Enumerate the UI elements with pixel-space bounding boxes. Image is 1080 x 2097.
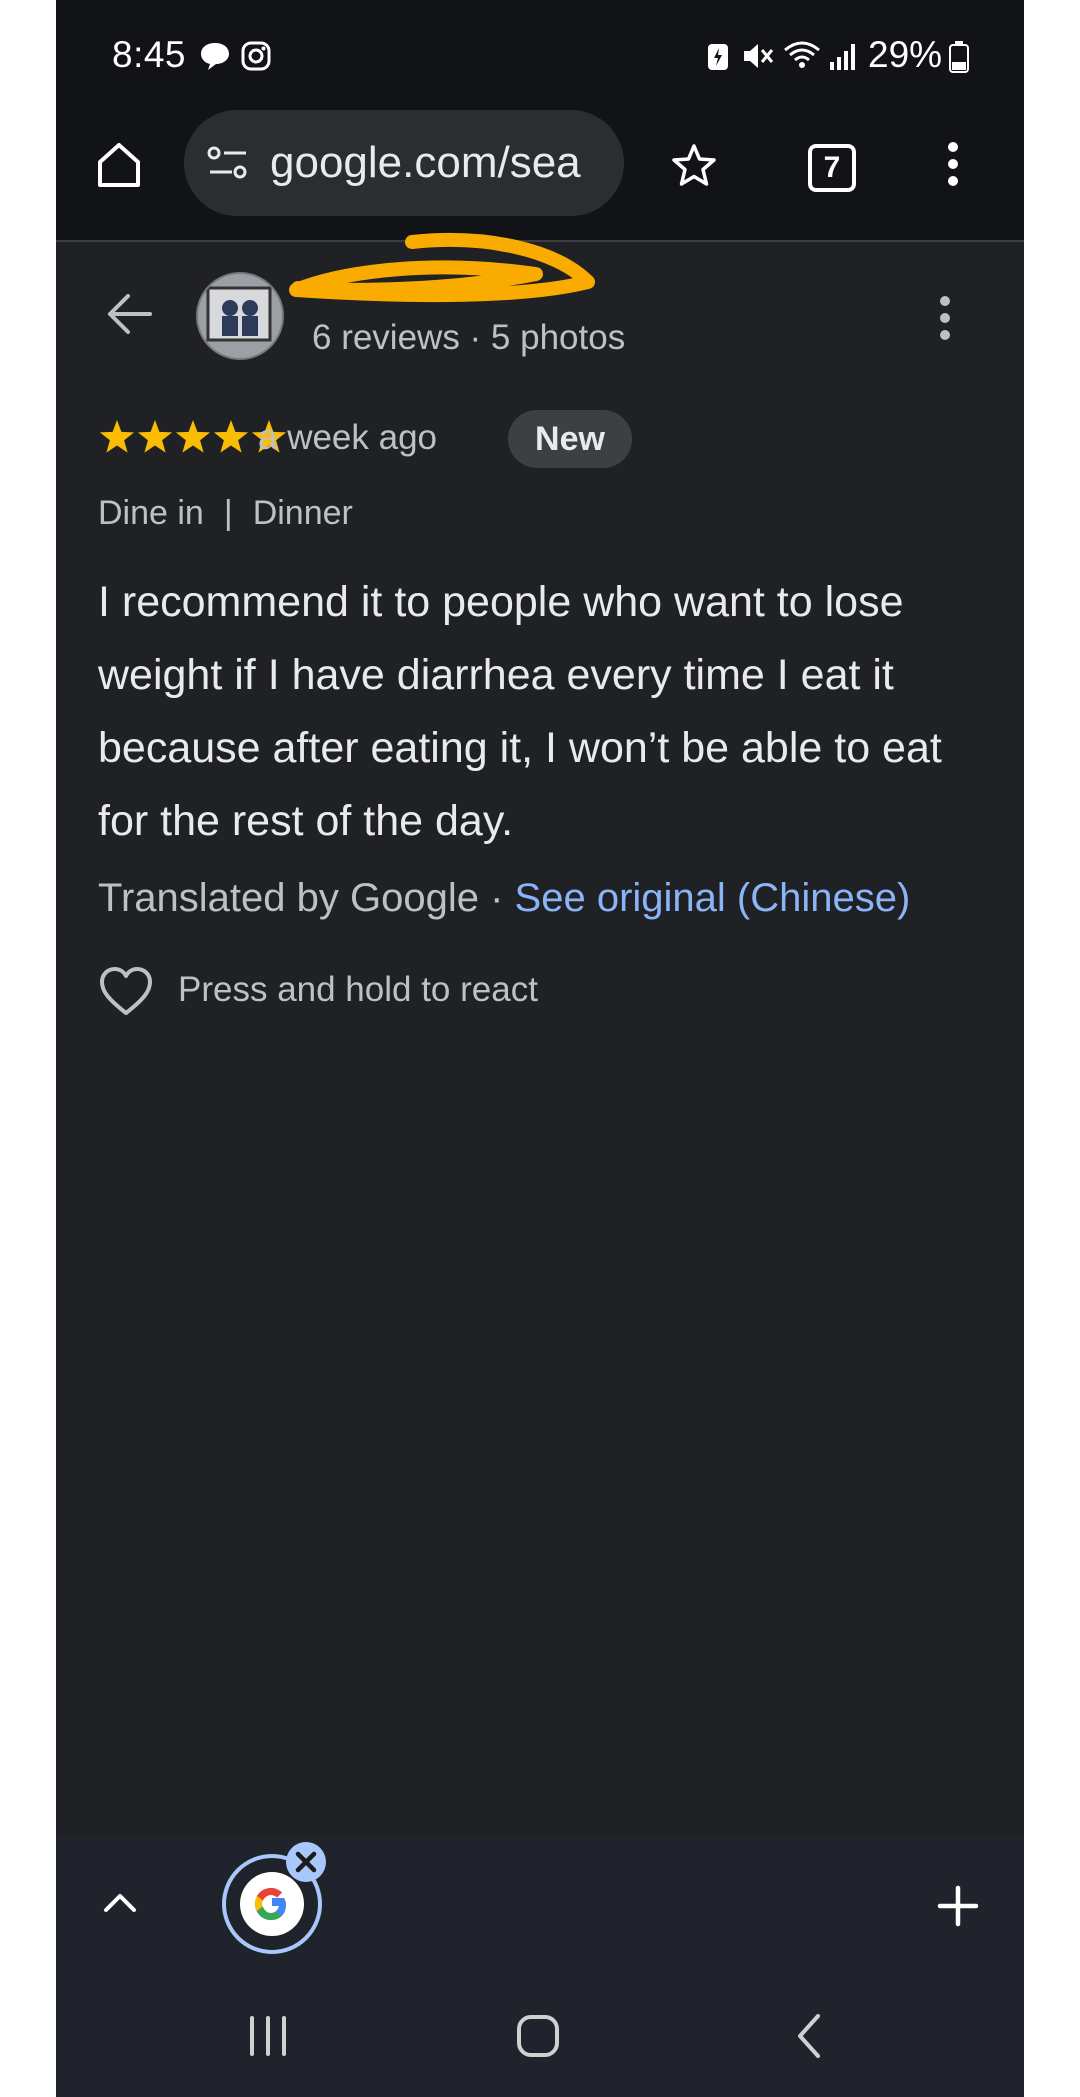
star-icon	[137, 420, 173, 453]
wifi-icon	[782, 40, 822, 77]
site-settings-icon[interactable]	[206, 144, 250, 187]
recent-apps-icon[interactable]	[246, 2014, 290, 2063]
tab-switcher-button[interactable]: 7	[808, 144, 856, 192]
chevron-up-icon[interactable]	[102, 1888, 138, 1919]
instagram-icon	[240, 40, 272, 77]
battery-icon	[948, 40, 970, 79]
star-icon	[175, 420, 211, 453]
translation-info: Translated by Google · See original (Chi…	[98, 876, 910, 921]
battery-percent: 29%	[868, 34, 943, 75]
review-options-icon[interactable]	[938, 294, 952, 347]
system-navigation-bar	[56, 1976, 1024, 2097]
tab-strip	[56, 1836, 1024, 1976]
status-time: 8:45	[112, 34, 187, 75]
star-icon	[99, 420, 135, 453]
close-tab-icon[interactable]	[286, 1842, 326, 1882]
messages-icon	[198, 40, 232, 77]
mute-icon	[740, 40, 774, 77]
review-time: a week ago	[258, 418, 438, 457]
browser-toolbar: google.com/sea 7	[56, 110, 1024, 242]
bookmark-star-icon[interactable]	[670, 142, 718, 195]
react-hint: Press and hold to react	[178, 970, 538, 1009]
review-text: I recommend it to people who want to los…	[98, 578, 942, 845]
signal-icon	[828, 40, 858, 77]
reviewer-stats: 6 reviews · 5 photos	[312, 318, 626, 357]
heart-icon[interactable]	[98, 966, 154, 1023]
home-icon[interactable]	[94, 140, 144, 195]
meal-type: Dinner	[252, 494, 353, 532]
browser-menu-icon[interactable]	[946, 140, 960, 193]
star-icon	[213, 420, 249, 453]
home-nav-icon[interactable]	[514, 2012, 562, 2065]
url-text: google.com/sea	[270, 138, 581, 187]
back-nav-icon[interactable]	[792, 2012, 826, 2065]
new-badge: New	[508, 410, 632, 468]
phone-screen: 8:45 29% google.com/sea 7 6 reviews · 5 …	[56, 0, 1024, 2097]
translation-dot: ·	[490, 876, 504, 920]
battery-saver-icon	[706, 40, 730, 77]
translated-by-label: Translated by Google	[98, 876, 479, 920]
dining-separator: |	[223, 494, 233, 532]
new-tab-plus-icon[interactable]	[936, 1884, 980, 1933]
address-bar[interactable]: google.com/sea	[184, 110, 624, 216]
see-original-link[interactable]: See original (Chinese)	[515, 876, 911, 920]
dine-type: Dine in	[98, 494, 204, 532]
back-arrow-icon[interactable]	[106, 292, 154, 341]
dining-details: Dine in | Dinner	[98, 494, 353, 533]
status-bar: 8:45 29%	[56, 0, 1024, 110]
